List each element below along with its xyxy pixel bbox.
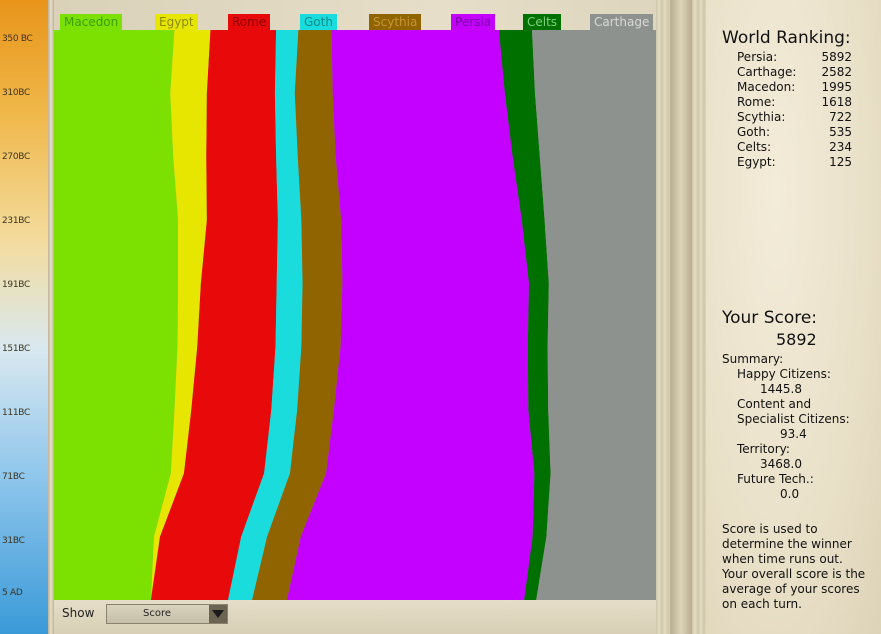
- civ-tab-carthage[interactable]: Carthage: [590, 14, 654, 30]
- ranking-row: Persia: 5892: [737, 50, 852, 65]
- ranking-civ: Macedon:: [737, 80, 796, 94]
- civ-tab-macedon[interactable]: Macedon: [60, 14, 123, 30]
- world-ranking-list: Persia: 5892 Carthage: 2582 Macedon: 1995 R…: [737, 50, 852, 170]
- ranking-row: Goth: 535: [737, 125, 852, 140]
- timeline-tick: 111BC: [2, 408, 30, 418]
- ranking-civ: Carthage:: [737, 65, 797, 79]
- score-summary: Summary: Happy Citizens: 1445.8 Content …: [722, 352, 850, 502]
- ranking-row: Scythia: 722: [737, 110, 852, 125]
- future-tech-value: 0.0: [780, 487, 800, 501]
- timeline-tick: 31BC: [2, 536, 25, 546]
- ranking-row: Carthage: 2582: [737, 65, 852, 80]
- ranking-score: 1618: [821, 95, 852, 109]
- ranking-score: 1995: [821, 80, 852, 94]
- show-label: Show: [62, 606, 95, 620]
- show-dropdown[interactable]: Score: [106, 604, 228, 624]
- timeline-tick: 191BC: [2, 280, 30, 290]
- ranking-civ: Egypt:: [737, 155, 776, 169]
- ranking-civ: Scythia:: [737, 110, 786, 124]
- civ-tabs: Macedon Egypt Rome Goth Scythia Persia Celts Ca…: [54, 14, 656, 30]
- ranking-civ: Goth:: [737, 125, 770, 139]
- panel-frame: [656, 0, 706, 634]
- timeline-tick: 71BC: [2, 472, 25, 482]
- civ-tab-egypt[interactable]: Egypt: [155, 14, 198, 30]
- happy-citizens-value: 1445.8: [760, 382, 802, 396]
- timeline-tick: 231BC: [2, 216, 30, 226]
- area-macedon: [54, 30, 178, 600]
- your-score-value: 5892: [776, 330, 817, 349]
- timeline-tick: 5 AD: [2, 588, 23, 598]
- ranking-score: 234: [829, 140, 852, 154]
- ranking-civ: Rome:: [737, 95, 776, 109]
- world-ranking-title: World Ranking:: [722, 28, 851, 48]
- civ-tab-persia[interactable]: Persia: [451, 14, 496, 30]
- your-score-title: Your Score:: [722, 308, 818, 328]
- ranking-row: Macedon: 1995: [737, 80, 852, 95]
- ranking-civ: Persia:: [737, 50, 778, 64]
- dropdown-arrow-icon[interactable]: [209, 605, 227, 623]
- bottom-bar: Show Score: [54, 600, 656, 634]
- civ-tab-rome[interactable]: Rome: [228, 14, 271, 30]
- timeline-tick: 350 BC: [2, 34, 33, 44]
- ranking-score: 722: [829, 110, 852, 124]
- territory-value: 3468.0: [760, 457, 802, 471]
- ranking-row: Rome: 1618: [737, 95, 852, 110]
- future-tech-label: Future Tech.:: [737, 472, 814, 486]
- timeline-tick: 270BC: [2, 152, 30, 162]
- ranking-score: 535: [829, 125, 852, 139]
- score-history-chart: [54, 30, 656, 600]
- score-history-svg: [54, 30, 656, 600]
- ranking-score: 5892: [821, 50, 852, 64]
- civ-tab-goth[interactable]: Goth: [300, 14, 337, 30]
- specialist-citizens-label: Specialist Citizens:: [737, 412, 850, 426]
- score-explanation: Score is used to determine the winner wh…: [722, 522, 866, 611]
- timeline-axis: 350 BC 310BC 270BC 231BC 191BC 151BC 111…: [0, 0, 48, 634]
- content-citizens-label: Content and: [737, 397, 812, 411]
- timeline-tick: 310BC: [2, 88, 30, 98]
- civ-tab-celts[interactable]: Celts: [523, 14, 562, 30]
- territory-label: Territory:: [737, 442, 790, 456]
- ranking-score: 125: [829, 155, 852, 169]
- info-panel: World Ranking: Persia: 5892 Carthage: 2582…: [706, 0, 881, 634]
- timeline-tick: 151BC: [2, 344, 30, 354]
- summary-label: Summary:: [722, 352, 784, 366]
- civ-tab-scythia[interactable]: Scythia: [369, 14, 422, 30]
- area-carthage: [532, 30, 656, 600]
- happy-citizens-label: Happy Citizens:: [737, 367, 831, 381]
- ranking-civ: Celts:: [737, 140, 772, 154]
- ranking-row: Egypt: 125: [737, 155, 852, 170]
- content-citizens-value: 93.4: [780, 427, 807, 441]
- ranking-score: 2582: [821, 65, 852, 79]
- show-dropdown-value: Score: [143, 608, 172, 619]
- ranking-row: Celts: 234: [737, 140, 852, 155]
